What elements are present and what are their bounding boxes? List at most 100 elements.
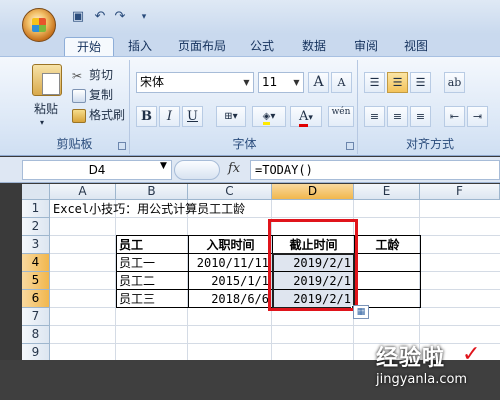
tab-insert[interactable]: 插入	[120, 37, 160, 56]
row-header-8[interactable]: 8	[22, 326, 50, 344]
column-header-d[interactable]: D	[272, 184, 354, 200]
insert-function-icon[interactable]: fx	[228, 161, 240, 176]
ribbon: 粘贴 ▾ ✂ 剪切 复制 格式刷 剪贴板 宋体 ▼ 11 ▼ A A B I U …	[0, 56, 500, 156]
fill-color-icon: ◈	[262, 111, 271, 125]
redo-icon[interactable]: ↷	[112, 9, 128, 25]
watermark-url: jingyanla.com	[376, 372, 468, 387]
row-header-3[interactable]: 3	[22, 236, 50, 254]
select-all-corner[interactable]	[22, 184, 50, 200]
save-icon[interactable]: ▣	[70, 9, 86, 25]
font-name-select[interactable]: 宋体 ▼	[136, 72, 254, 93]
tab-review[interactable]: 审阅	[348, 37, 384, 56]
name-box-dropdown-icon[interactable]: ▼	[160, 161, 167, 171]
copy-label: 复制	[89, 88, 114, 102]
bold-button[interactable]: B	[136, 106, 157, 127]
paste-icon[interactable]	[32, 64, 62, 96]
top-align-icon: ☰	[369, 76, 380, 89]
copy-button[interactable]: 复制	[72, 86, 113, 103]
format-painter-icon	[72, 108, 86, 123]
top-align-button[interactable]: ☰	[364, 72, 385, 93]
align-right-button[interactable]: ≡	[410, 106, 431, 127]
format-painter-label: 格式刷	[89, 108, 126, 122]
font-size-select[interactable]: 11 ▼	[258, 72, 304, 93]
employee-name-cell[interactable]: 员工一	[119, 254, 155, 272]
phonetic-button[interactable]: wén	[328, 106, 354, 127]
office-logo-icon	[32, 18, 46, 32]
name-box[interactable]: D4	[22, 160, 172, 180]
row-header-7[interactable]: 7	[22, 308, 50, 326]
clipboard-launcher-icon[interactable]	[118, 142, 126, 150]
italic-label: I	[166, 109, 173, 124]
bold-label: B	[141, 109, 152, 124]
header-cell-seniority[interactable]: 工龄	[355, 236, 420, 254]
align-right-icon: ≡	[415, 110, 426, 123]
underline-label: U	[187, 109, 198, 124]
tab-page-layout[interactable]: 页面布局	[172, 37, 232, 56]
highlight-box	[268, 219, 358, 311]
office-button[interactable]	[22, 8, 56, 42]
paste-dropdown-icon[interactable]: ▾	[40, 118, 44, 127]
grow-font-button[interactable]: A	[308, 72, 329, 93]
shrink-font-button[interactable]: A	[331, 72, 352, 93]
column-header-e[interactable]: E	[354, 184, 420, 200]
chevron-down-icon: ▼	[243, 78, 250, 87]
hire-date-cell[interactable]: 2018/6/6	[189, 290, 272, 308]
format-painter-button[interactable]: 格式刷	[72, 106, 125, 123]
employee-name-cell[interactable]: 员工二	[119, 272, 155, 290]
align-left-button[interactable]: ≡	[364, 106, 385, 127]
borders-button[interactable]: ⊞▾	[216, 106, 246, 127]
tab-formulas[interactable]: 公式	[244, 37, 280, 56]
row-header-1[interactable]: 1	[22, 200, 50, 218]
checkmark-icon: ✓	[462, 342, 481, 367]
sheet-title-cell[interactable]: Excel小技巧：用公式计算员工工龄	[53, 200, 245, 218]
middle-align-icon: ☰	[392, 76, 403, 89]
middle-align-button[interactable]: ☰	[387, 72, 408, 93]
undo-icon[interactable]: ↶	[92, 9, 108, 25]
italic-button[interactable]: I	[159, 106, 180, 127]
clipboard-group-label: 剪贴板	[56, 137, 93, 151]
formula-input[interactable]: =TODAY()	[250, 160, 500, 180]
underline-button[interactable]: U	[182, 106, 203, 127]
row-header-2[interactable]: 2	[22, 218, 50, 236]
tab-data[interactable]: 数据	[296, 37, 332, 56]
customize-quick-access-icon[interactable]: ▾	[136, 9, 152, 25]
table-border	[116, 235, 117, 308]
paste-button[interactable]: 粘贴	[34, 100, 58, 117]
hire-date-cell[interactable]: 2010/11/11	[189, 254, 272, 272]
font-name-value: 宋体	[140, 75, 165, 89]
bottom-align-icon: ☰	[415, 76, 426, 89]
shrink-font-label: A	[337, 76, 346, 89]
formula-bar-handle[interactable]	[174, 160, 220, 180]
scissors-icon: ✂	[72, 68, 83, 83]
align-center-button[interactable]: ≡	[387, 106, 408, 127]
borders-icon: ⊞▾	[224, 111, 238, 122]
decrease-indent-button[interactable]: ⇤	[444, 106, 465, 127]
indent-icon: ⇤	[449, 110, 460, 123]
column-header-f[interactable]: F	[420, 184, 500, 200]
header-cell-employee[interactable]: 员工	[119, 236, 143, 254]
worksheet-grid[interactable]: A B C D E F 1 2 3 4 5 6 7 8 9 Excel小技巧：用…	[22, 184, 500, 360]
row-header-4[interactable]: 4	[22, 254, 50, 272]
row-header-5[interactable]: 5	[22, 272, 50, 290]
tab-home[interactable]: 开始	[64, 37, 114, 56]
fill-color-button[interactable]: ◈▾	[252, 106, 286, 127]
column-header-c[interactable]: C	[188, 184, 272, 200]
orientation-button[interactable]: ab	[444, 72, 465, 93]
row-header-6[interactable]: 6	[22, 290, 50, 308]
header-cell-hire-date[interactable]: 入职时间	[189, 236, 272, 254]
tab-view[interactable]: 视图	[398, 37, 434, 56]
bottom-align-button[interactable]: ☰	[410, 72, 431, 93]
employee-name-cell[interactable]: 员工三	[119, 290, 155, 308]
auto-fill-options-icon[interactable]: ▦	[353, 305, 369, 319]
title-bar: ▣ ↶ ↷ ▾	[0, 0, 500, 34]
column-header-b[interactable]: B	[116, 184, 188, 200]
cut-button[interactable]: ✂ 剪切	[72, 66, 113, 83]
increase-indent-button[interactable]: ⇥	[467, 106, 488, 127]
hire-date-cell[interactable]: 2015/1/1	[189, 272, 272, 290]
column-header-a[interactable]: A	[50, 184, 116, 200]
table-border	[420, 235, 421, 308]
font-color-button[interactable]: A▾	[290, 106, 322, 127]
row-header-9[interactable]: 9	[22, 344, 50, 360]
font-launcher-icon[interactable]	[346, 142, 354, 150]
font-group: 宋体 ▼ 11 ▼ A A B I U ⊞▾ ◈▾ A▾ wén 字体	[132, 60, 358, 154]
